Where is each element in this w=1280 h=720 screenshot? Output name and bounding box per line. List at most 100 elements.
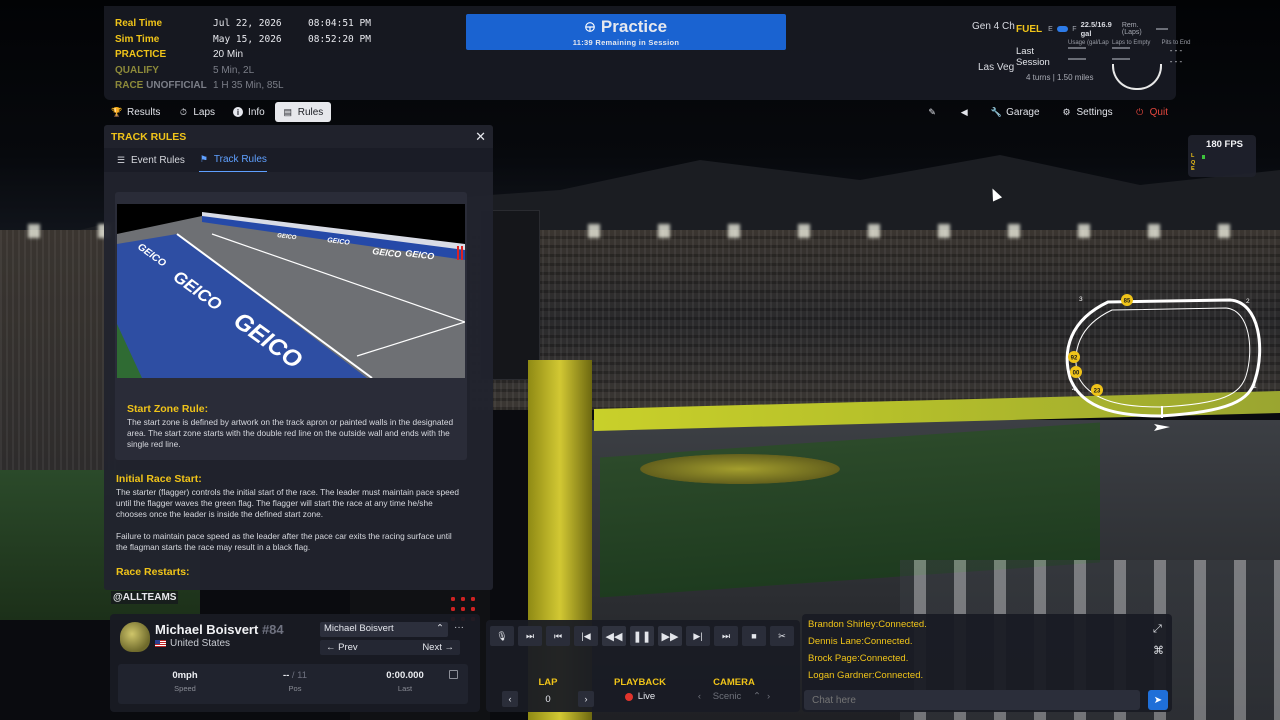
initial-start-text-2: Failure to maintain pace speed as the le… (116, 531, 452, 552)
prev-driver-button[interactable]: ← Prev (326, 642, 358, 653)
camera-next-button[interactable]: › (767, 691, 770, 702)
fuel-session-pits: - - - (1169, 57, 1183, 66)
panel-header: TRACK RULES ✕ (104, 125, 493, 148)
fps-value: 180 FPS (1206, 139, 1243, 150)
fast-forward-button[interactable]: ▶▶ (658, 626, 682, 646)
expand-icon[interactable]: ⤢ (1153, 618, 1164, 640)
car-85-label: 85 (1124, 299, 1131, 305)
last-lap-value: 0:00.000 (386, 670, 424, 681)
tools-button[interactable]: ✂ (770, 626, 794, 646)
garage-button[interactable]: 🔧 Garage (983, 102, 1047, 122)
tab-event-rules-label: Event Rules (131, 154, 185, 166)
quit-button[interactable]: ⏻ Quit (1127, 102, 1176, 122)
initial-start-heading: Initial Race Start: (116, 473, 202, 485)
tab-event-rules[interactable]: ☰ Event Rules (116, 148, 185, 172)
driver-name: Michael Boisvert (155, 622, 259, 637)
camera-record-button[interactable]: ■ (742, 626, 766, 646)
utility-nav: ✎ ◀ 🔧 Garage ⚙ Settings ⏻ Quit (919, 102, 1176, 122)
skip-start-icon: ⏭ (525, 630, 535, 641)
fuel-gauge (1056, 26, 1069, 32)
microphone-button[interactable]: 🎙 (490, 626, 514, 646)
tab-track-rules[interactable]: ⚑ Track Rules (198, 148, 267, 172)
chat-message: Logan Gardner:Connected. (808, 670, 924, 681)
track-turns: 4 turns (1026, 73, 1051, 82)
camera-expand-button[interactable]: ⌃ (753, 691, 761, 702)
copy-icon[interactable] (449, 670, 458, 679)
driver-select[interactable]: Michael Boisvert ⌃ (320, 622, 448, 637)
track-rules-panel: TRACK RULES ✕ ☰ Event Rules ⚑ Track Rule… (104, 125, 493, 590)
session-remaining: 11:39 Remaining in Session (572, 38, 680, 47)
settings-button[interactable]: ⚙ Settings (1054, 102, 1121, 122)
lap-prev-button[interactable]: ‹ (502, 691, 518, 707)
playback-label: PLAYBACK (614, 677, 666, 688)
tab-rules[interactable]: ▤ Rules (274, 102, 332, 122)
trophy-icon: 🏆 (111, 106, 123, 117)
car-23-label: 23 (1094, 389, 1101, 395)
more-menu-icon[interactable]: ··· (454, 622, 464, 633)
start-zone-card: GEICO GEICO GEICO GEICO GEICO GEICO GEIC… (115, 192, 467, 460)
step-forward-button[interactable]: ▶| (686, 626, 710, 646)
stopwatch-icon: ⏱ (179, 106, 187, 117)
send-button[interactable]: ➤ (1148, 690, 1168, 710)
driver-stats: 0mph Speed -- / 11 Pos 0:00.000 Last (118, 664, 468, 704)
document-icon: ▤ (283, 106, 292, 117)
driver-number: #84 (261, 622, 284, 637)
microphone-icon: 🎙 (496, 630, 508, 641)
fuel-row-last: Last (1016, 46, 1034, 57)
step-forward-icon: ▶| (693, 630, 703, 641)
lap-next-button[interactable]: › (578, 691, 594, 707)
rewind-button[interactable]: ◀◀ (602, 626, 626, 646)
driver-country-label: United States (170, 638, 231, 649)
speed-value: 0mph (172, 670, 198, 681)
chat-tools: ⤢ ⌘ (1153, 618, 1164, 662)
chat-input[interactable] (804, 690, 1140, 710)
step-back-button[interactable]: |◀ (574, 626, 598, 646)
tab-info[interactable]: i Info (225, 102, 273, 122)
edit-button[interactable]: ✎ (919, 102, 945, 122)
qualify-value: 5 Min, 2L (213, 64, 255, 76)
wrench-icon: 🔧 (990, 106, 1002, 117)
turn-4-label: 4 (1072, 386, 1076, 393)
fuel-value: 22.5/16.9 gal (1080, 20, 1112, 38)
camera-prev-button[interactable]: ‹ (698, 691, 701, 702)
network-icon[interactable]: ⌘ (1153, 640, 1164, 662)
pause-button[interactable]: ❚❚ (630, 626, 654, 646)
turn-1-label: 1 (1253, 383, 1257, 390)
real-time-label: Real Time (115, 18, 163, 29)
send-icon: ➤ (1153, 694, 1163, 706)
step-back-icon: |◀ (581, 630, 591, 641)
tab-info-label: Info (248, 106, 265, 118)
practice-label: PRACTICE (115, 49, 167, 60)
fps-lqe: L Q E (1191, 153, 1195, 173)
tab-rules-label: Rules (297, 106, 324, 118)
stat-last: 0:00.000 Last (355, 670, 455, 693)
close-icon[interactable]: ✕ (475, 129, 486, 145)
rules-content[interactable]: GEICO GEICO GEICO GEICO GEICO GEICO GEIC… (104, 172, 493, 590)
fuel-last-usage (1068, 46, 1112, 57)
start-zone-image: GEICO GEICO GEICO GEICO GEICO GEICO GEIC… (117, 204, 465, 378)
pencil-icon: ✎ (928, 106, 936, 117)
skip-end-button[interactable]: ⏭ (714, 626, 738, 646)
sound-button[interactable]: ◀ (951, 102, 977, 122)
real-time-clock: 08:04:51 PM (308, 18, 371, 29)
tab-laps[interactable]: ⏱ Laps (170, 102, 223, 122)
fuel-rem-label: Rem. (Laps) (1121, 22, 1142, 36)
us-flag-icon (155, 640, 166, 647)
rules-tabs: ☰ Event Rules ⚑ Track Rules (104, 148, 493, 172)
sim-time-clock: 08:52:20 PM (308, 33, 371, 45)
skip-back-button[interactable]: ⏮ (546, 626, 570, 646)
clock-block: Real Time Jul 22, 2026 08:04:51 PM Sim Tim… (115, 16, 371, 94)
camera-label: CAMERA (713, 677, 755, 688)
qualify-label: QUALIFY (115, 64, 159, 76)
skip-start-button[interactable]: ⏭ (518, 626, 542, 646)
transport-buttons: 🎙 ⏭ ⏮ |◀ ◀◀ ❚❚ ▶▶ ▶| ⏭ ■ ✂ (490, 626, 794, 646)
speaker-icon: ◀ (960, 106, 968, 117)
main-nav: 🏆 Results ⏱ Laps i Info ▤ Rules (104, 102, 332, 122)
tab-laps-label: Laps (193, 106, 216, 118)
restarts-heading: Race Restarts: (116, 566, 190, 578)
chat-message: Dennis Lane:Connected. (808, 636, 913, 647)
tab-results[interactable]: 🏆 Results (104, 102, 168, 122)
chat-message: Brock Page:Connected. (808, 653, 909, 664)
next-driver-button[interactable]: Next → (422, 642, 454, 653)
grandstand-left (0, 230, 120, 470)
